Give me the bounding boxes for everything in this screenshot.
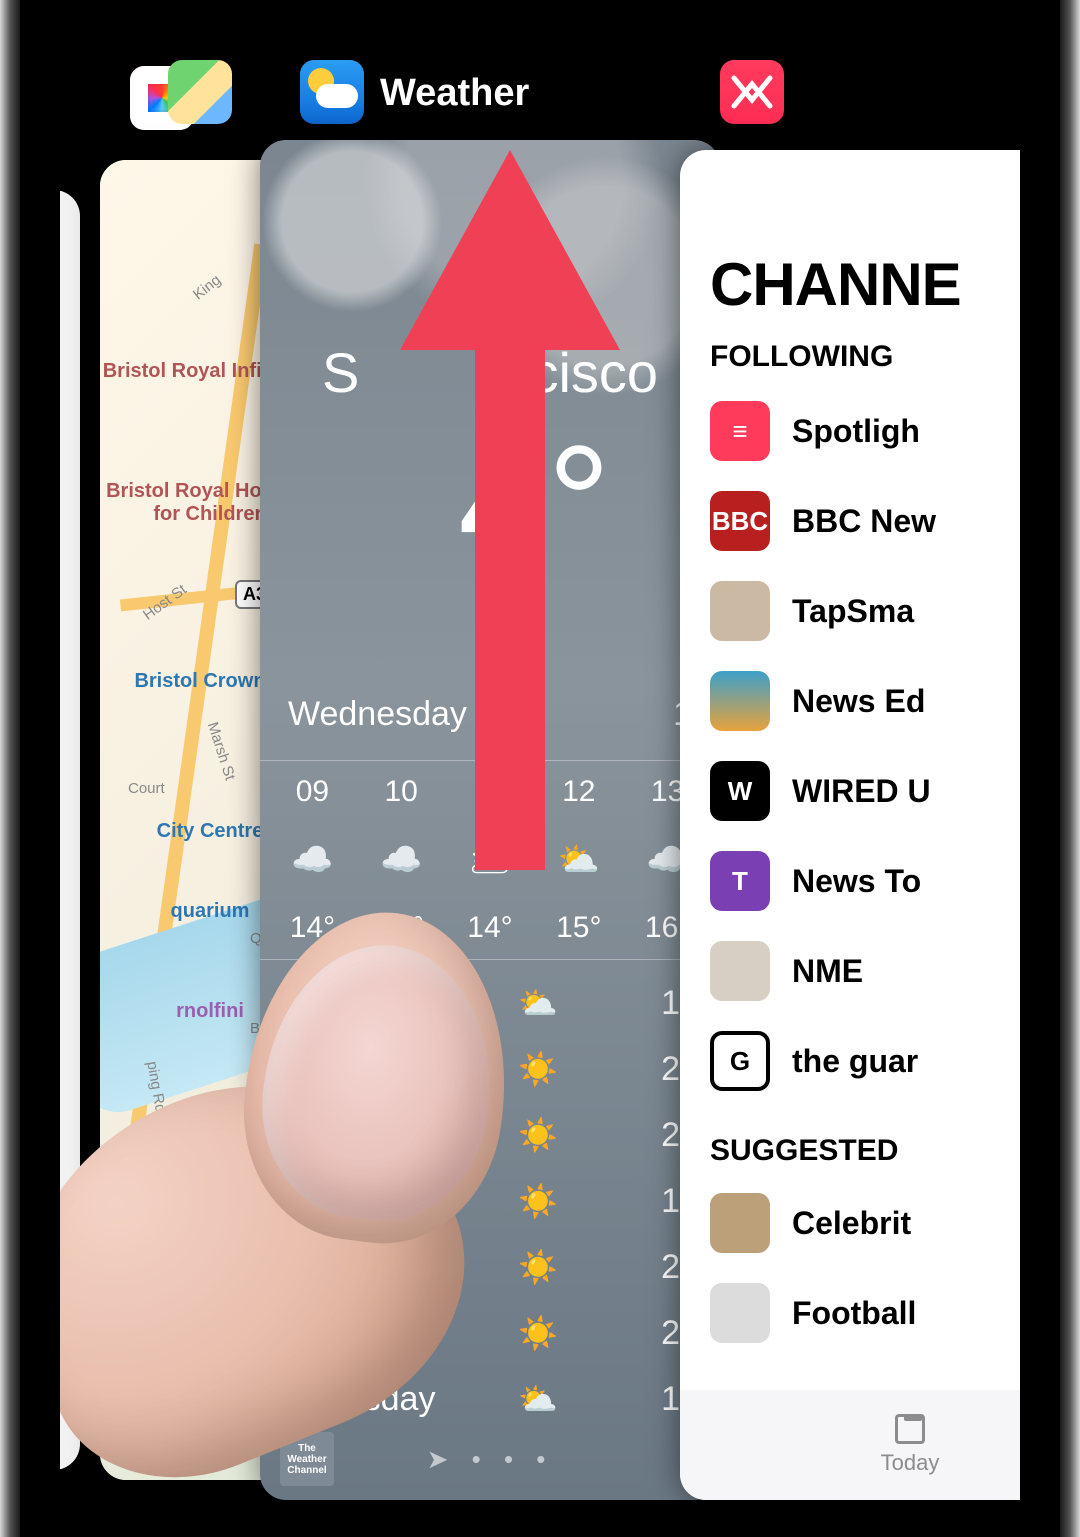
hour-time: 10	[385, 775, 418, 809]
channel-item[interactable]: TapSma	[710, 566, 1020, 656]
forecast-row: Thursday⛅1	[288, 970, 692, 1036]
channel-name: WIRED U	[792, 773, 931, 810]
day-icon: ⛅	[508, 1380, 568, 1418]
channel-name: News To	[792, 863, 921, 900]
day-hi: 2	[568, 1050, 692, 1089]
app-card-news[interactable]: CHANNE FOLLOWING ≡ Spotligh BBC BBC New TapS…	[680, 150, 1020, 1500]
maps-icon[interactable]	[168, 60, 232, 124]
channel-item[interactable]: T News To	[710, 836, 1020, 926]
channel-item[interactable]: Celebrit	[710, 1178, 1020, 1268]
weather-temp: 14°	[260, 410, 720, 594]
section-suggested: SUGGESTED	[710, 1134, 898, 1168]
day-icon: ☀️	[508, 1116, 568, 1154]
weekly-forecast[interactable]: Thursday⛅1Frid☀️2☀️2☀️1☀️2☀️2ednesday⛅1	[288, 970, 692, 1432]
app-card-photos[interactable]	[60, 190, 80, 1470]
channel-name: the guar	[792, 1043, 918, 1080]
channel-name: News Ed	[792, 683, 925, 720]
weather-icon[interactable]	[300, 60, 364, 124]
hour-temp: 15°	[556, 911, 601, 945]
day-hi: 1	[568, 984, 692, 1023]
hourly-forecast[interactable]: 09☁️14°10☁️14°11🌥14°12⛅15°13☁️16°	[260, 760, 720, 960]
hour-column: 10 ☁️ 14°	[379, 775, 424, 945]
channel-item[interactable]: Football	[710, 1268, 1020, 1358]
channel-name: Football	[792, 1295, 916, 1332]
weather-today-row: Wednesday 1	[288, 695, 692, 734]
phone-frame: Weather A38 Bristol Royal InfirmaryBrist…	[0, 0, 1080, 1537]
weather-city: Sxxxxxncisco	[260, 340, 720, 405]
channel-icon	[710, 1193, 770, 1253]
channel-icon	[710, 581, 770, 641]
forecast-row: ☀️2	[288, 1102, 692, 1168]
section-following: FOLLOWING	[710, 340, 893, 374]
hour-time: 09	[296, 775, 329, 809]
channel-icon	[710, 941, 770, 1001]
hour-column: 11 🌥 14°	[467, 775, 512, 945]
channel-item[interactable]: BBC BBC New	[710, 476, 1020, 566]
channel-name: NME	[792, 953, 863, 990]
hour-temp: 14°	[290, 911, 335, 945]
hour-icon: ☁️	[291, 840, 333, 880]
news-title: CHANNE	[710, 250, 961, 319]
following-list: ≡ Spotligh BBC BBC New TapSma News Ed W WIRED U…	[710, 386, 1020, 1106]
hour-temp: 14°	[379, 911, 424, 945]
today-tab-label: Today	[881, 1450, 940, 1476]
day-hi: 2	[568, 1248, 692, 1287]
channel-item[interactable]: NME	[710, 926, 1020, 1016]
day-name: Frid	[288, 1050, 508, 1089]
day-name: Thursday	[288, 984, 508, 1023]
channel-name: TapSma	[792, 593, 914, 630]
hour-time: 11	[474, 775, 505, 809]
channel-name: Celebrit	[792, 1205, 911, 1242]
channel-icon: ≡	[710, 401, 770, 461]
suggested-list: Celebrit Football	[710, 1178, 1020, 1358]
channel-name: BBC New	[792, 503, 936, 540]
forecast-row: ednesday⛅1	[288, 1366, 692, 1432]
hour-column: 12 ⛅ 15°	[556, 775, 601, 945]
day-hi: 2	[568, 1116, 692, 1155]
map-street-label: Court	[128, 780, 165, 797]
channel-icon: G	[710, 1031, 770, 1091]
page-indicator[interactable]: ➤ • • •	[260, 1436, 720, 1482]
hour-icon: 🌥	[468, 840, 511, 880]
day-name: ednesday	[288, 1380, 508, 1419]
app-switcher-screen[interactable]: Weather A38 Bristol Royal InfirmaryBrist…	[60, 0, 1020, 1537]
channel-item[interactable]: News Ed	[710, 656, 1020, 746]
channel-name: Spotligh	[792, 413, 920, 450]
day-hi: 1	[568, 1380, 692, 1419]
day-icon: ☀️	[508, 1248, 568, 1286]
hour-column: 09 ☁️ 14°	[290, 775, 335, 945]
channel-item[interactable]: Gthe guar	[710, 1016, 1020, 1106]
news-icon[interactable]	[720, 60, 784, 124]
today-tab-icon	[895, 1414, 925, 1444]
day-hi: 1	[568, 1182, 692, 1221]
day-icon: ⛅	[508, 984, 568, 1022]
forecast-row: ☀️2	[288, 1300, 692, 1366]
channel-icon	[710, 1283, 770, 1343]
news-tab-today[interactable]: Today	[680, 1390, 1020, 1500]
channel-item[interactable]: ≡ Spotligh	[710, 386, 1020, 476]
hour-time: 12	[562, 775, 595, 809]
bezel-right	[1060, 0, 1080, 1537]
hour-temp: 14°	[467, 911, 512, 945]
hour-icon: ⛅	[558, 840, 600, 880]
switcher-header: Weather	[60, 60, 1020, 140]
app-card-weather[interactable]: Sxxxxxncisco 14° Wednesday 1 09 ☁️ 14° 10 ☁️…	[260, 140, 720, 1500]
forecast-row: ☀️1	[288, 1168, 692, 1234]
channel-icon: BBC	[710, 491, 770, 551]
channel-icon	[710, 671, 770, 731]
focused-app-label: Weather	[380, 72, 529, 115]
day-icon: ☀️	[508, 1314, 568, 1352]
hour-icon: ☁️	[380, 840, 422, 880]
bezel-left	[0, 0, 20, 1537]
channel-icon: T	[710, 851, 770, 911]
forecast-row: ☀️2	[288, 1234, 692, 1300]
day-icon: ☀️	[508, 1050, 568, 1088]
today-label: Wednesday	[288, 695, 467, 734]
forecast-row: Frid☀️2	[288, 1036, 692, 1102]
channel-item[interactable]: W WIRED U	[710, 746, 1020, 836]
day-hi: 2	[568, 1314, 692, 1353]
channel-icon: W	[710, 761, 770, 821]
day-icon: ☀️	[508, 1182, 568, 1220]
